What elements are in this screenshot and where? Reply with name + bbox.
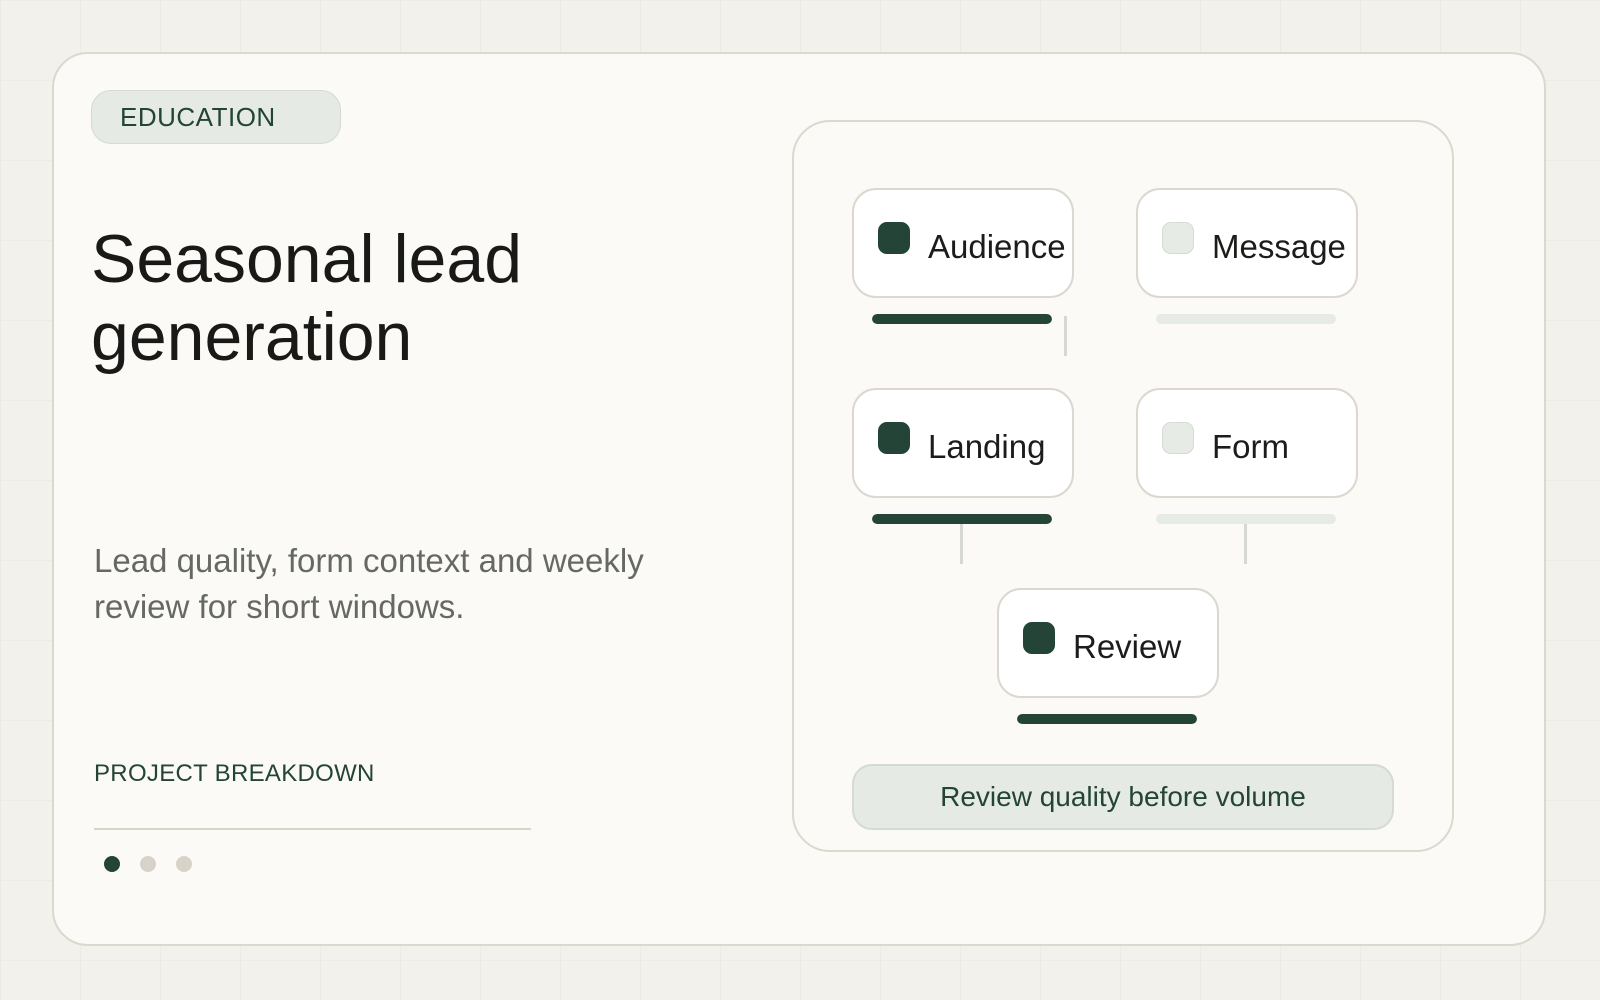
breakdown-label: PROJECT BREAKDOWN	[94, 760, 375, 787]
pagination-dots	[104, 856, 192, 872]
pagination-dot-3[interactable]	[176, 856, 192, 872]
step-progress-bar	[1156, 314, 1336, 324]
status-indicator	[1162, 222, 1194, 254]
step-progress-bar	[1017, 714, 1197, 724]
step-message[interactable]: Message	[1136, 188, 1358, 298]
step-landing[interactable]: Landing	[852, 388, 1074, 498]
project-description: Lead quality, form context and weekly re…	[94, 542, 644, 625]
status-indicator	[878, 222, 910, 254]
status-indicator	[1023, 622, 1055, 654]
connector-line	[960, 524, 963, 564]
step-label: Audience	[928, 228, 1066, 265]
pagination-dot-1[interactable]	[104, 856, 120, 872]
status-indicator	[1162, 422, 1194, 454]
step-progress-bar	[872, 314, 1052, 324]
category-tag: EDUCATION	[91, 90, 341, 144]
step-audience[interactable]: Audience	[852, 188, 1074, 298]
step-progress-bar	[872, 514, 1052, 524]
step-label: Landing	[928, 428, 1046, 465]
step-progress-bar	[1156, 514, 1336, 524]
step-review[interactable]: Review	[997, 588, 1219, 698]
page-title: Seasonal lead generation	[91, 221, 523, 375]
workflow-panel: Audience Message Landing Form Review Rev…	[792, 120, 1454, 852]
pagination-dot-2[interactable]	[140, 856, 156, 872]
step-form[interactable]: Form	[1136, 388, 1358, 498]
step-label: Review	[1073, 628, 1182, 665]
status-indicator	[878, 422, 910, 454]
summary-banner: Review quality before volume	[852, 764, 1394, 830]
divider	[94, 828, 531, 830]
project-card: EDUCATION Seasonal lead generation Lead …	[52, 52, 1546, 946]
connector-line	[1064, 316, 1067, 356]
step-label: Form	[1212, 428, 1289, 465]
connector-line	[1244, 524, 1247, 564]
step-label: Message	[1212, 228, 1346, 265]
